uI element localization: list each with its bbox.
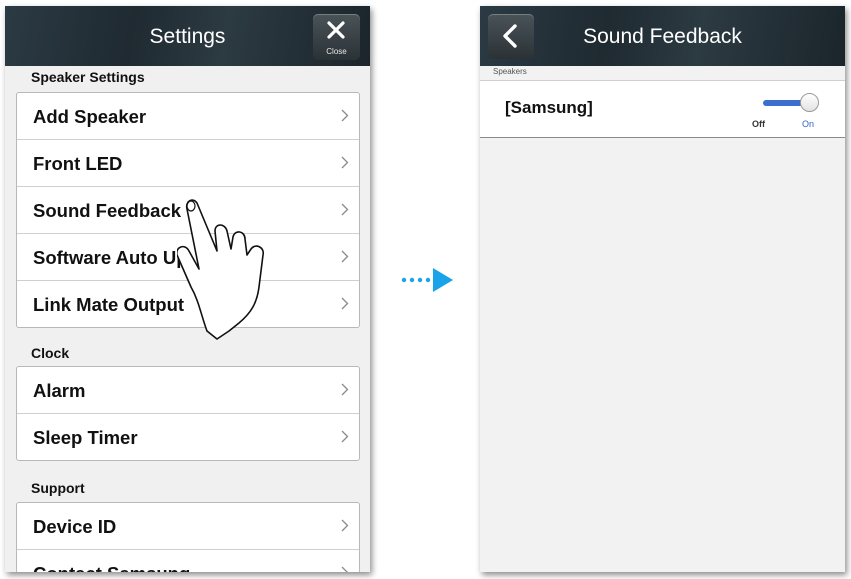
sound-feedback-toggle[interactable] [763, 93, 819, 113]
speaker-name: [Samsung] [505, 98, 593, 117]
clock-group: Alarm Sleep Timer [16, 366, 360, 461]
settings-item-label: Sleep Timer [33, 427, 138, 448]
settings-title-bar: Settings Close [5, 6, 370, 66]
settings-item-label: Contact Samsung [33, 550, 190, 572]
chevron-right-icon [341, 430, 349, 443]
settings-item-alarm[interactable]: Alarm [17, 367, 359, 414]
toggle-track [763, 100, 803, 106]
sound-feedback-screen: Sound Feedback Speakers [Samsung] Off On [480, 6, 845, 572]
support-group: Device ID Contact Samsung [16, 502, 360, 572]
tap-hand-icon [177, 199, 265, 340]
section-header-support: Support [31, 480, 85, 496]
settings-item-label: Sound Feedback [33, 200, 182, 221]
settings-item-label: Link Mate Output [33, 294, 185, 315]
dotted-arrow-icon [401, 268, 453, 292]
chevron-right-icon [341, 203, 349, 216]
close-label: Close [326, 47, 347, 56]
speakers-section-label: Speakers [493, 67, 527, 76]
section-header-clock: Clock [31, 345, 70, 361]
settings-item-contact-samsung[interactable]: Contact Samsung [17, 550, 359, 572]
settings-item-label: Front LED [33, 153, 123, 174]
chevron-right-icon [341, 566, 348, 572]
settings-item-add-speaker[interactable]: Add Speaker [17, 93, 359, 140]
toggle-on-label: On [802, 119, 815, 129]
toggle-knob[interactable] [800, 93, 819, 112]
sound-feedback-title: Sound Feedback [583, 25, 742, 48]
section-header-speaker-settings: Speaker Settings [31, 69, 145, 85]
settings-item-label: Device ID [33, 516, 117, 537]
settings-item-label: Alarm [33, 380, 86, 401]
settings-item-label: Software Auto Up [33, 247, 188, 268]
close-icon [327, 21, 345, 39]
close-button[interactable]: Close [313, 14, 360, 60]
settings-screen: Settings Close Speaker Settings Add Spea… [5, 6, 370, 572]
chevron-right-icon [341, 250, 349, 263]
chevron-right-icon [341, 519, 349, 532]
chevron-right-icon [341, 156, 349, 169]
settings-item-front-led[interactable]: Front LED [17, 140, 359, 187]
chevron-right-icon [341, 109, 349, 122]
chevron-right-icon [341, 383, 349, 396]
toggle-off-label: Off [752, 119, 765, 129]
speaker-row-samsung: [Samsung] Off On [480, 80, 845, 138]
speakers-section-header: Speakers [480, 67, 845, 79]
settings-item-device-id[interactable]: Device ID [17, 503, 359, 550]
settings-item-label: Add Speaker [33, 106, 147, 127]
settings-item-sleep-timer[interactable]: Sleep Timer [17, 414, 359, 460]
chevron-right-icon [341, 297, 349, 310]
sound-feedback-title-bar: Sound Feedback [480, 6, 845, 66]
